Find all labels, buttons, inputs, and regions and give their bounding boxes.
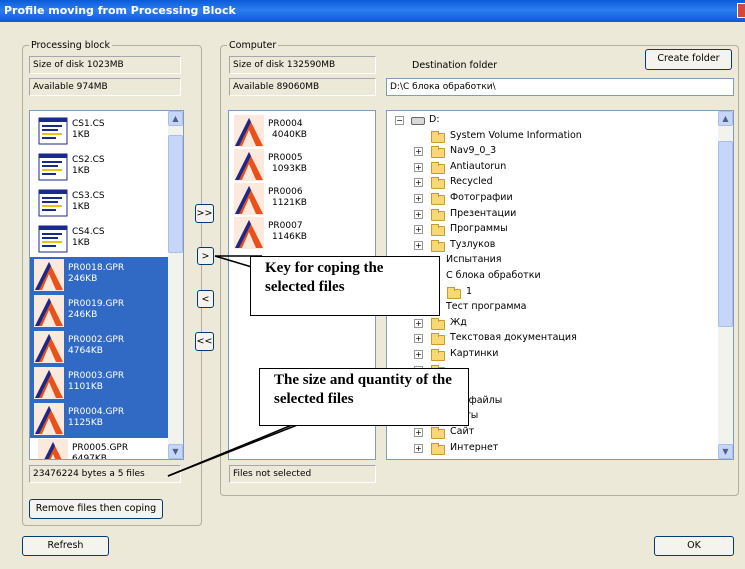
dialog-window: Profile moving from Processing Block Pro… [0,0,745,569]
size-quantity-callout: The size and quantity of the selected fi… [259,368,469,426]
copy-key-callout: Key for coping the selected files [250,256,440,316]
